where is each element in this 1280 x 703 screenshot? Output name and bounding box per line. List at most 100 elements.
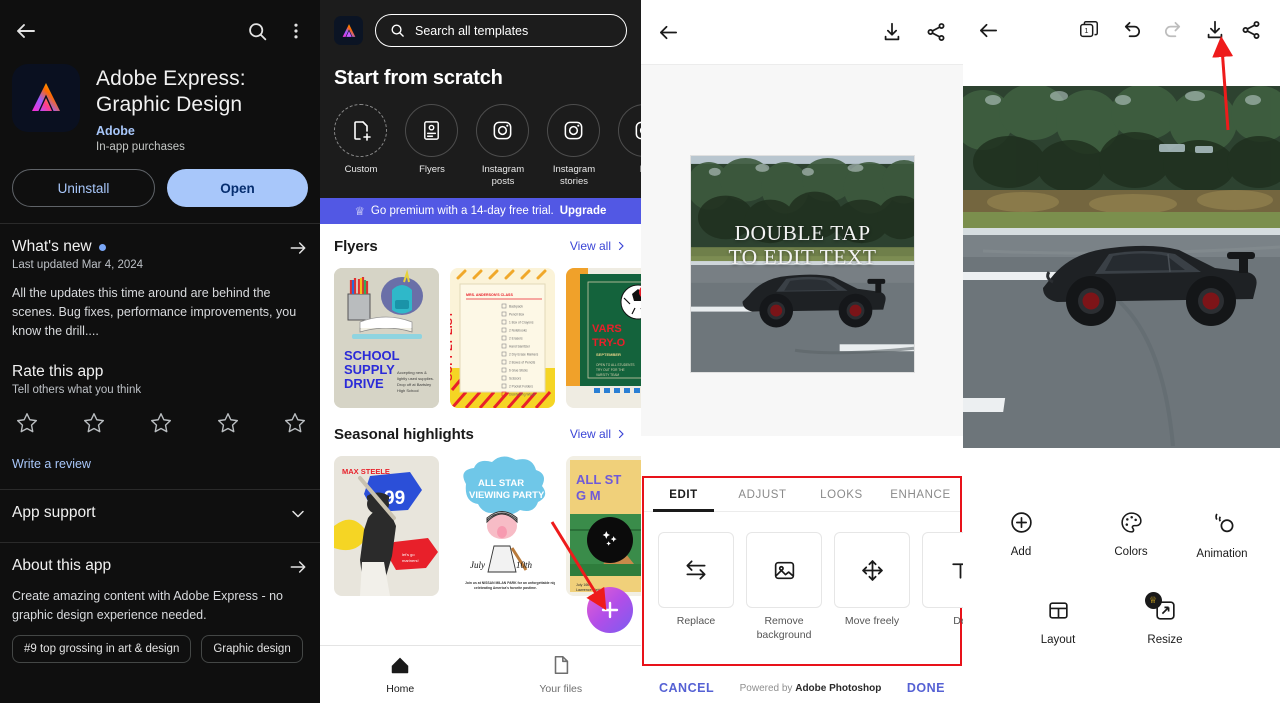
star-icon[interactable] <box>81 410 107 441</box>
nav-item-your-files[interactable]: Your files <box>481 654 642 695</box>
editor-tool-colors[interactable]: Colors <box>1086 510 1176 558</box>
write-a-review-link[interactable]: Write a review <box>12 457 308 471</box>
in-app-purchases-label: In-app purchases <box>96 141 185 154</box>
tool-label: Layout <box>1040 634 1076 646</box>
chevron-down-icon[interactable] <box>288 504 308 524</box>
tool-label: Move freely <box>844 615 900 627</box>
scratch-item-flyers[interactable]: Flyers <box>405 104 459 188</box>
svg-text:mariners!: mariners! <box>402 558 419 563</box>
start-from-scratch-heading: Start from scratch <box>334 67 503 89</box>
overflow-menu-icon[interactable] <box>286 21 306 41</box>
undo-icon[interactable] <box>1110 19 1152 42</box>
svg-text:VARSITY TEAM: VARSITY TEAM <box>596 373 619 377</box>
scratch-item-instagram-stories[interactable]: Instagram stories <box>547 104 601 188</box>
uninstall-button[interactable]: Uninstall <box>12 169 155 208</box>
nav-item-home[interactable]: Home <box>320 654 481 695</box>
premium-upgrade-banner[interactable]: ♕ Go premium with a 14-day free trial. U… <box>320 197 641 224</box>
tool-replace[interactable]: Replace <box>658 532 734 642</box>
scratch-item-custom[interactable]: Custom <box>334 104 388 188</box>
create-new-fab[interactable] <box>587 587 633 633</box>
search-icon[interactable] <box>247 21 268 42</box>
chip-top-grossing[interactable]: #9 top grossing in art & design <box>12 635 192 664</box>
cancel-button[interactable]: CANCEL <box>659 681 714 695</box>
svg-text:SCHOOL: SCHOOL <box>344 348 400 363</box>
back-arrow-icon[interactable] <box>14 19 38 43</box>
star-rating-input[interactable] <box>12 410 310 441</box>
tool-deselect[interactable]: De <box>922 532 963 642</box>
share-icon[interactable] <box>1236 19 1266 41</box>
template-card[interactable]: MRS. ANDERSON'S CLASS FIRST GRADE SUPPLY… <box>450 267 555 408</box>
tool-label: Remove background <box>756 615 812 641</box>
star-icon[interactable] <box>148 410 174 441</box>
editor-tool-resize[interactable]: ♕ Resize <box>1120 592 1210 646</box>
project-canvas[interactable] <box>963 86 1280 448</box>
search-input[interactable]: Search all templates <box>375 14 627 47</box>
svg-text:Drop off at Bartsley: Drop off at Bartsley <box>397 382 431 387</box>
download-icon[interactable] <box>881 21 903 43</box>
ai-sparkle-fab[interactable] <box>587 517 633 563</box>
whats-new-section[interactable]: What's new Last updated Mar 4, 2024 All … <box>0 224 320 341</box>
open-button[interactable]: Open <box>167 169 308 208</box>
about-this-app-section[interactable]: About this app Create amazing content wi… <box>0 543 320 625</box>
crown-icon: ♕ <box>354 205 365 218</box>
back-arrow-icon[interactable] <box>657 21 680 44</box>
arrow-right-icon[interactable] <box>288 238 308 258</box>
svg-text:SUPPLY: SUPPLY <box>344 362 395 377</box>
tab-edit[interactable]: EDIT <box>644 478 723 512</box>
svg-text:celebrating America's favorite: celebrating America's favorite pastime. <box>474 586 537 590</box>
editor-tool-animation[interactable]: Animation <box>1177 510 1267 560</box>
app-support-section[interactable]: App support <box>0 490 320 524</box>
template-card[interactable]: ALL STAR VIEWING PARTY July 10th Join us… <box>450 455 555 596</box>
animation-icon <box>1209 513 1236 541</box>
app-developer[interactable]: Adobe <box>96 124 308 138</box>
layout-icon <box>1046 602 1071 627</box>
tool-remove-background[interactable]: Remove background <box>746 532 822 642</box>
svg-text:VIEWING PARTY: VIEWING PARTY <box>469 490 545 501</box>
star-icon[interactable] <box>215 410 241 441</box>
star-icon[interactable] <box>282 410 308 441</box>
adobe-express-logo-icon[interactable] <box>334 16 363 45</box>
view-all-link-seasonal[interactable]: View all <box>570 427 627 441</box>
editable-photo-canvas[interactable]: DOUBLE TAP TO EDIT TEXT <box>690 155 915 373</box>
tab-enhance[interactable]: ENHANCE <box>881 478 960 512</box>
tool-move-freely[interactable]: Move freely <box>834 532 910 642</box>
row-title: Seasonal highlights <box>334 425 474 443</box>
instagram-icon <box>547 104 600 157</box>
scratch-item-logos[interactable]: Lo <box>618 104 641 188</box>
star-icon[interactable] <box>14 410 40 441</box>
redo-icon[interactable] <box>1152 19 1194 42</box>
row-header-flyers: Flyers View all <box>320 224 641 255</box>
upgrade-link[interactable]: Upgrade <box>560 205 607 217</box>
tab-adjust[interactable]: ADJUST <box>723 478 802 512</box>
svg-text:MRS. ANDERSON'S CLASS: MRS. ANDERSON'S CLASS <box>466 293 513 297</box>
share-icon[interactable] <box>925 21 947 43</box>
nav-label: Your files <box>539 683 583 695</box>
arrow-right-icon[interactable] <box>288 557 308 577</box>
tab-looks[interactable]: LOOKS <box>802 478 881 512</box>
svg-text:6 Glue Sticks: 6 Glue Sticks <box>509 368 528 372</box>
chip-graphic-design[interactable]: Graphic design <box>201 635 303 664</box>
plus-circle-icon <box>1009 512 1034 539</box>
app-title: Adobe Express: Graphic Design <box>96 67 246 116</box>
canvas-overlay-text[interactable]: DOUBLE TAP TO EDIT TEXT <box>728 220 876 268</box>
search-placeholder: Search all templates <box>415 23 529 38</box>
view-all-link-flyers[interactable]: View all <box>570 239 627 253</box>
scratch-item-instagram-posts[interactable]: Instagram posts <box>476 104 530 188</box>
template-card-row-flyers: SCHOOL SUPPLY DRIVE Accepting new & ligh… <box>320 255 641 408</box>
svg-text:Pencil Box: Pencil Box <box>509 312 524 316</box>
editor-tool-layout[interactable]: Layout <box>1013 598 1103 646</box>
back-arrow-icon[interactable] <box>977 19 1011 42</box>
whats-new-body: All the updates this time around are beh… <box>12 286 297 339</box>
template-card[interactable]: SCHOOL SUPPLY DRIVE Accepting new & ligh… <box>334 267 439 408</box>
template-card[interactable]: VARS TRY-O SEPTEMBER OPEN TO ALL STUDENT… <box>566 267 641 408</box>
template-card[interactable]: 99 let's go mariners! MAX STEELE <box>334 455 439 596</box>
image-icon <box>746 532 822 608</box>
editor-tool-add[interactable]: Add <box>976 510 1066 558</box>
download-icon[interactable] <box>1194 19 1236 41</box>
done-button[interactable]: DONE <box>907 681 945 695</box>
multi-panel-screenshot: Adobe Express: Graphic Design Adobe In-a… <box>0 0 1280 703</box>
express-home-dark-header: Search all templates Start from scratch … <box>320 0 641 198</box>
play-store-topbar <box>0 0 320 48</box>
app-support-label: App support <box>12 504 96 522</box>
pages-stack-icon[interactable]: 1 <box>1068 19 1110 41</box>
